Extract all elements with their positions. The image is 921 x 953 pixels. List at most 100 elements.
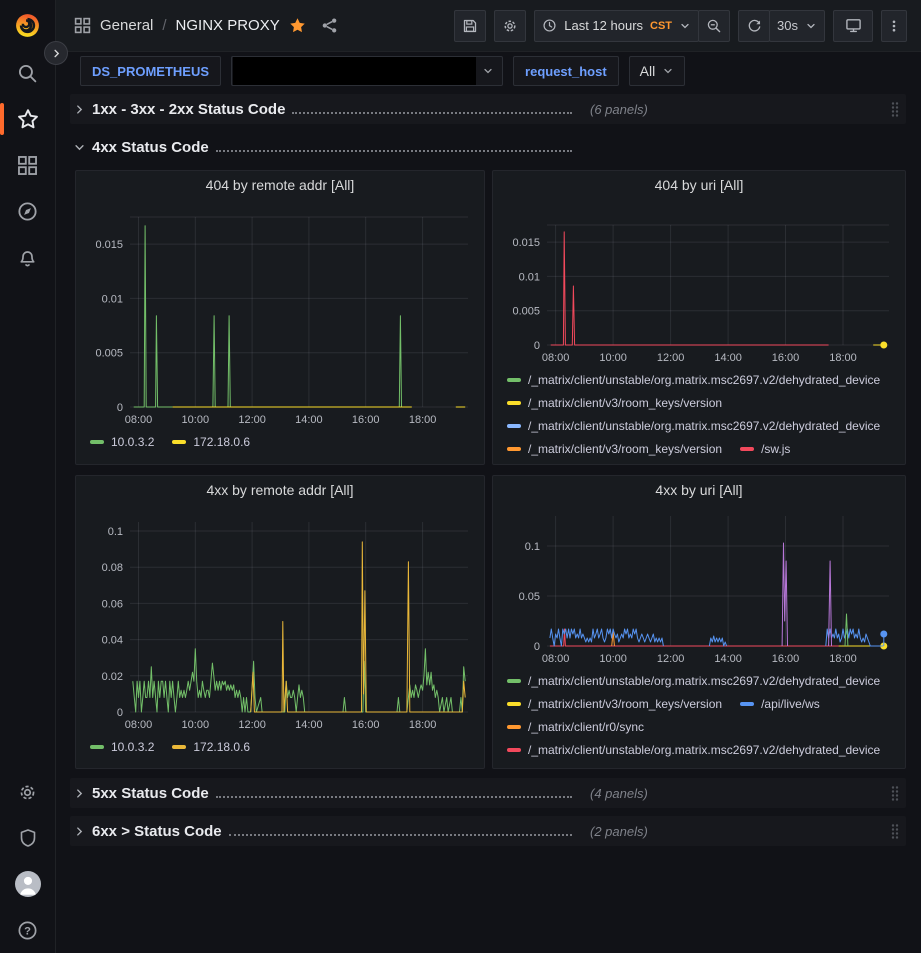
dashboard-title[interactable]: NGINX PROXY <box>176 17 280 34</box>
legend-item[interactable]: /sw.js <box>740 441 790 457</box>
legend-item[interactable]: /_matrix/client/unstable/org.matrix.msc2… <box>507 742 880 758</box>
legend-label: /_matrix/client/unstable/org.matrix.msc2… <box>528 673 880 689</box>
panel-title[interactable]: 4xx by remote addr [All] <box>84 476 476 504</box>
dotted-leader <box>216 150 572 152</box>
panel-title[interactable]: 404 by uri [All] <box>501 171 897 199</box>
legend-item[interactable]: /api/live/ws <box>740 696 820 712</box>
legend-swatch <box>507 748 521 752</box>
legend-item[interactable]: /_matrix/client/unstable/org.matrix.msc2… <box>507 372 880 388</box>
timeseries-chart[interactable]: 08:0010:0012:0014:0016:0018:0000.050.1 <box>501 508 897 668</box>
row-drag-handle[interactable] <box>890 785 900 802</box>
sidebar-item-server-admin[interactable] <box>0 815 56 861</box>
svg-text:14:00: 14:00 <box>295 719 323 731</box>
svg-text:18:00: 18:00 <box>409 414 437 426</box>
legend-item[interactable]: /_matrix/client/unstable/org.matrix.msc2… <box>507 418 880 434</box>
legend-item[interactable]: 172.18.0.6 <box>172 739 250 755</box>
svg-text:?: ? <box>24 925 31 937</box>
svg-text:08:00: 08:00 <box>125 719 153 731</box>
zoom-out-icon <box>706 18 722 34</box>
bell-icon <box>17 247 38 268</box>
sidebar-item-alerting[interactable] <box>0 234 56 280</box>
kebab-menu-button[interactable] <box>881 10 907 42</box>
refresh-icon <box>747 18 762 33</box>
breadcrumb-separator: / <box>162 17 166 34</box>
legend-item[interactable]: /_matrix/client/v3/room_keys/version <box>507 395 722 411</box>
svg-text:10:00: 10:00 <box>182 719 210 731</box>
legend-item[interactable]: /_matrix/client/v3/room_keys/version <box>507 696 722 712</box>
legend-item[interactable]: 10.0.3.2 <box>90 434 154 450</box>
legend-item[interactable]: 172.18.0.6 <box>172 434 250 450</box>
zoom-out-button[interactable] <box>698 10 730 42</box>
nav-sidebar: ? <box>0 0 56 953</box>
panel-404-by-remote-addr: 404 by remote addr [All] 08:0010:0012:00… <box>75 170 485 465</box>
svg-text:16:00: 16:00 <box>352 719 380 731</box>
row-drag-handle[interactable] <box>890 101 900 118</box>
grafana-logo[interactable] <box>14 12 41 44</box>
dashboard-settings-button[interactable] <box>494 10 526 42</box>
svg-text:12:00: 12:00 <box>238 414 266 426</box>
row-panel-count: (2 panels) <box>590 824 648 839</box>
legend-label: /_matrix/client/unstable/org.matrix.msc2… <box>528 742 880 758</box>
sidebar-item-help[interactable]: ? <box>0 907 56 953</box>
legend-swatch <box>740 447 754 451</box>
timeseries-chart[interactable]: 08:0010:0012:0014:0016:0018:0000.0050.01… <box>84 209 476 429</box>
legend-item[interactable]: 10.0.3.2 <box>90 739 154 755</box>
legend-label: 10.0.3.2 <box>111 434 154 450</box>
sidebar-item-configuration[interactable] <box>0 769 56 815</box>
share-icon[interactable] <box>321 17 338 34</box>
request-host-variable-value[interactable]: All <box>629 56 686 86</box>
timeseries-chart[interactable]: 08:0010:0012:0014:0016:0018:0000.020.040… <box>84 514 476 734</box>
svg-text:0.1: 0.1 <box>525 541 540 553</box>
legend-item[interactable]: /_matrix/client/unstable/org.matrix.msc2… <box>507 673 880 689</box>
favorite-star-icon[interactable] <box>289 17 306 34</box>
svg-text:0: 0 <box>117 707 123 719</box>
timeseries-chart[interactable]: 08:0010:0012:0014:0016:0018:0000.0050.01… <box>501 217 897 367</box>
legend-label: /_matrix/client/unstable/org.matrix.msc2… <box>528 418 880 434</box>
chevron-down-icon <box>74 142 85 153</box>
row-panel-count: (6 panels) <box>590 102 648 117</box>
panel-grid: 404 by remote addr [All] 08:0010:0012:00… <box>70 170 906 769</box>
refresh-interval-value: 30s <box>777 18 798 33</box>
legend-item[interactable]: /_matrix/client/r0/sync <box>507 719 644 735</box>
sidebar-item-explore[interactable] <box>0 188 56 234</box>
sidebar-item-dashboards[interactable] <box>0 142 56 188</box>
shield-icon <box>18 828 38 848</box>
redacted-value <box>233 57 476 85</box>
row-drag-handle[interactable] <box>890 823 900 840</box>
svg-text:12:00: 12:00 <box>238 719 266 731</box>
topbar-actions: Last 12 hours CST <box>454 10 907 42</box>
sidebar-item-profile[interactable] <box>0 861 56 907</box>
row-title: 5xx Status Code <box>92 785 209 802</box>
request-host-variable-label[interactable]: request_host <box>513 56 619 86</box>
legend-label: 172.18.0.6 <box>193 739 250 755</box>
svg-text:0.005: 0.005 <box>512 306 540 318</box>
panel-title[interactable]: 4xx by uri [All] <box>501 476 897 504</box>
panel-title[interactable]: 404 by remote addr [All] <box>84 171 476 199</box>
chevron-down-icon <box>805 20 817 32</box>
row-header-6xx[interactable]: 6xx > Status Code (2 panels) <box>70 816 906 846</box>
gear-icon <box>17 782 38 803</box>
legend-swatch <box>90 745 104 749</box>
svg-text:14:00: 14:00 <box>295 414 323 426</box>
time-range-label: Last 12 hours <box>564 18 643 33</box>
datasource-variable-label[interactable]: DS_PROMETHEUS <box>80 56 221 86</box>
sidebar-expand-toggle[interactable] <box>44 41 68 65</box>
datasource-variable-select[interactable] <box>231 56 503 86</box>
svg-text:08:00: 08:00 <box>125 414 153 426</box>
refresh-button[interactable] <box>738 10 770 42</box>
refresh-interval-dropdown[interactable]: 30s <box>769 10 825 42</box>
time-range-picker[interactable]: Last 12 hours CST <box>534 10 699 42</box>
save-dashboard-button[interactable] <box>454 10 486 42</box>
row-header-5xx[interactable]: 5xx Status Code (4 panels) <box>70 778 906 808</box>
breadcrumb-section[interactable]: General <box>100 17 153 34</box>
legend-item[interactable]: /_matrix/client/v3/room_keys/version <box>507 441 722 457</box>
cycle-view-mode-button[interactable] <box>833 10 873 42</box>
panel-legend: 10.0.3.2 172.18.0.6 <box>84 734 476 768</box>
apps-grid-icon <box>74 17 91 34</box>
svg-text:0.01: 0.01 <box>519 271 540 283</box>
sidebar-item-starred[interactable] <box>0 96 56 142</box>
row-header-4xx[interactable]: 4xx Status Code <box>70 132 906 162</box>
row-header-1xx-3xx-2xx[interactable]: 1xx - 3xx - 2xx Status Code (6 panels) <box>70 94 906 124</box>
chevron-right-icon <box>74 826 85 837</box>
legend-swatch <box>740 702 754 706</box>
